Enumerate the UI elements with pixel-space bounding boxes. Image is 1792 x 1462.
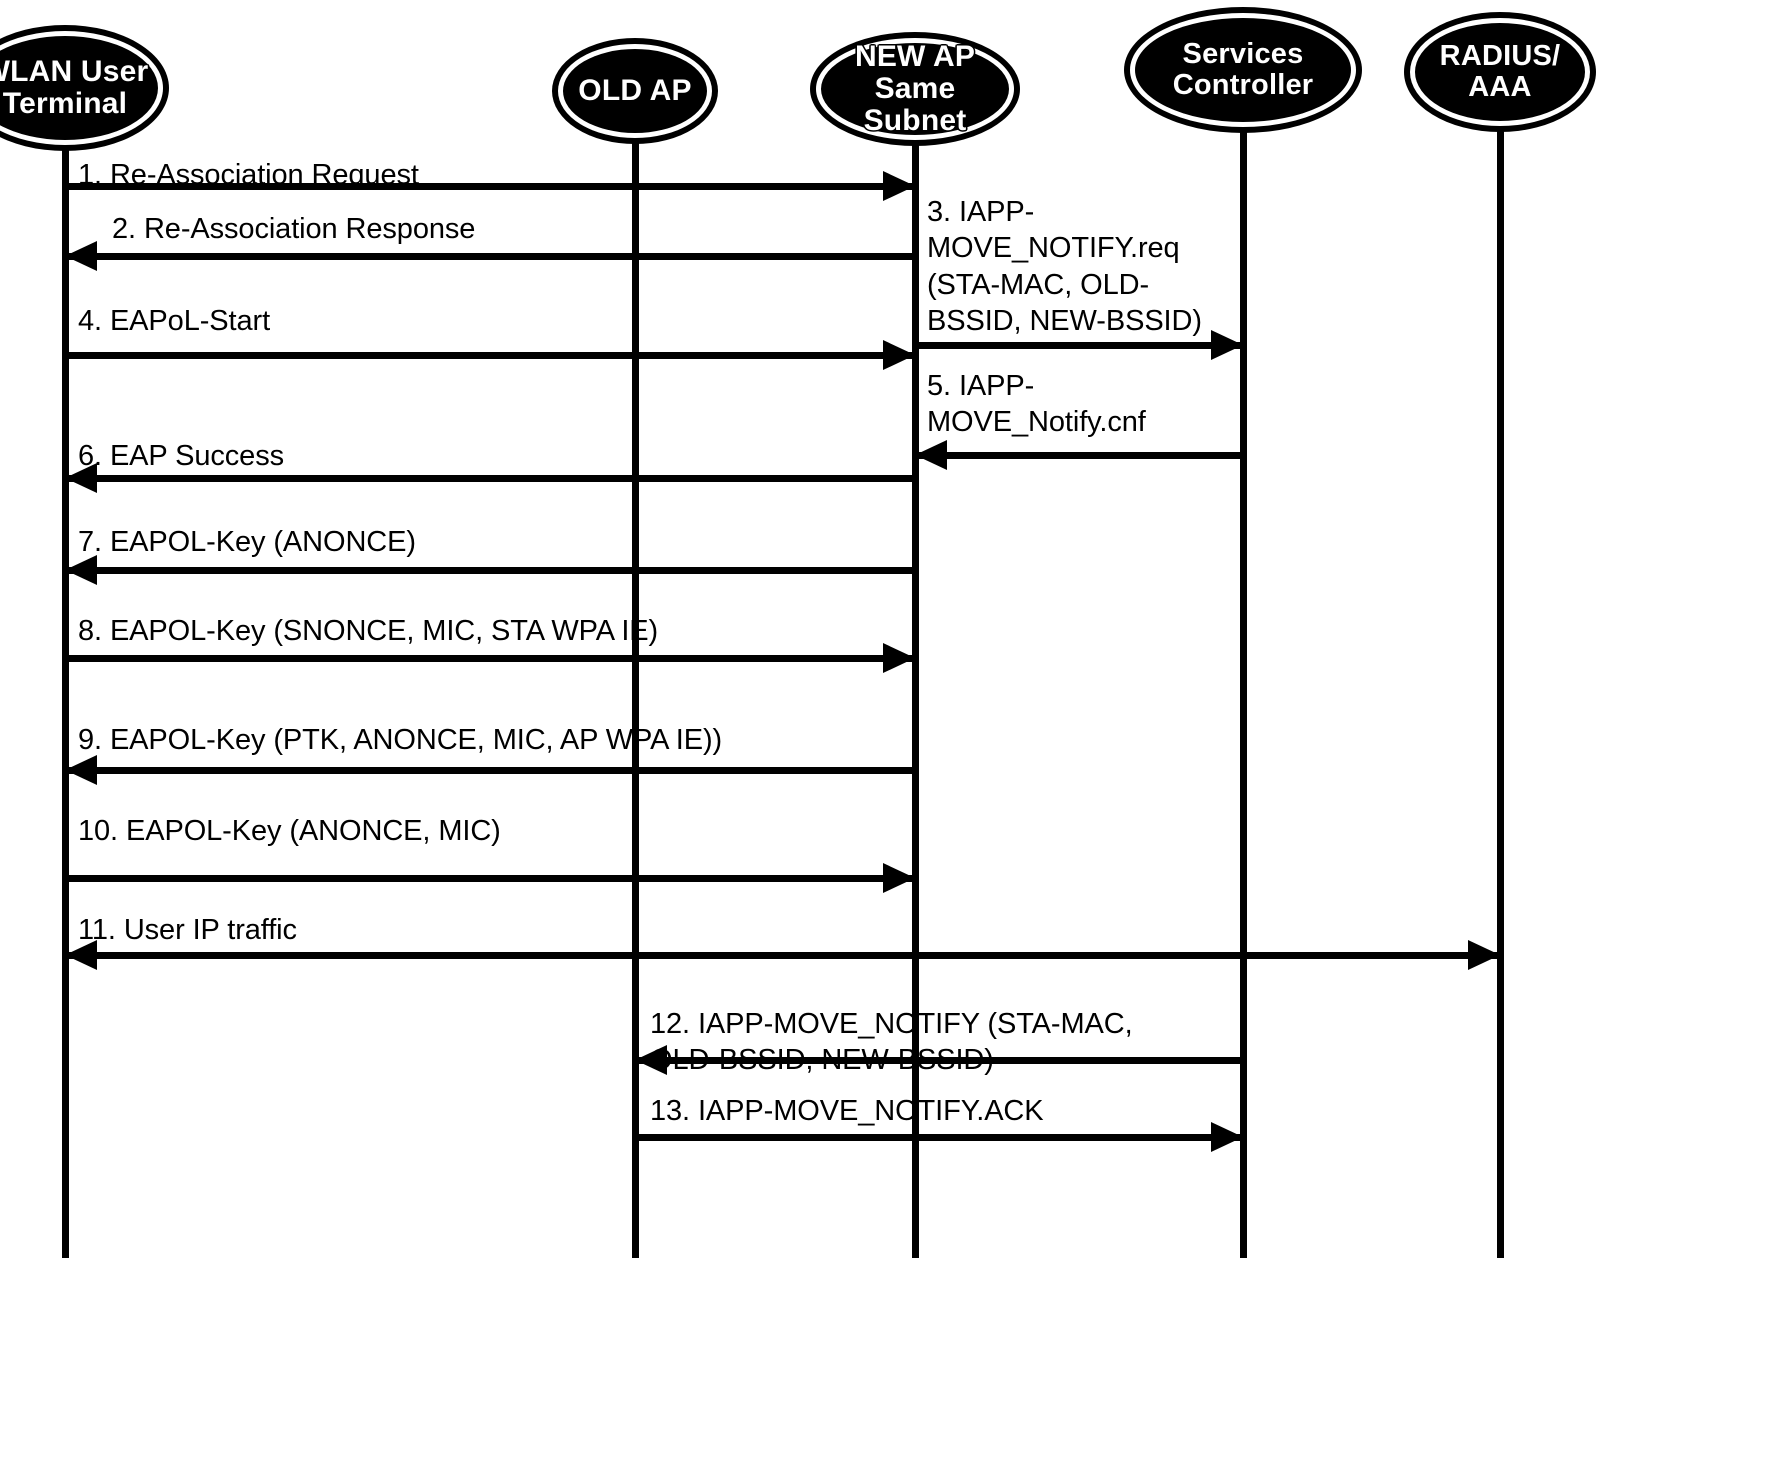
message-arrow-2 [65, 252, 915, 260]
node-label-services-controller: Services Controller [1172, 38, 1314, 101]
arrowhead-left-2 [65, 241, 97, 271]
node-new-ap-same-subnet[interactable]: NEW AP Same Subnet [821, 40, 1009, 137]
arrowhead-right-11 [1468, 940, 1500, 970]
message-label-10: 10. EAPOL-Key (ANONCE, MIC) [78, 815, 501, 847]
lifeline-services-controller [1240, 122, 1247, 1258]
message-label-11: 11. User IP traffic [78, 914, 297, 946]
message-label-13: 13. IAPP-MOVE_NOTIFY.ACK [650, 1095, 1044, 1127]
message-arrow-11 [65, 951, 1500, 959]
arrowhead-right-10 [883, 863, 915, 893]
message-arrow-10 [65, 874, 915, 882]
lifeline-wlan-user-terminal [62, 140, 69, 1258]
message-arrow-9 [65, 766, 915, 774]
node-label-new-ap-same-subnet: NEW AP Same Subnet [854, 40, 976, 137]
node-label-radius-aaa: RADIUS/ AAA [1439, 40, 1561, 103]
message-arrow-13 [635, 1133, 1243, 1141]
message-label-4: 4. EAPoL-Start [78, 305, 271, 337]
node-old-ap[interactable]: OLD AP [563, 49, 707, 133]
message-arrow-3 [915, 341, 1243, 349]
message-arrow-8 [65, 654, 915, 662]
message-arrow-7 [65, 566, 915, 574]
arrowhead-left-9 [65, 755, 97, 785]
arrowhead-right-1 [883, 171, 915, 201]
message-label-6: 6. EAP Success [78, 440, 285, 472]
arrowhead-left-5 [915, 440, 947, 470]
message-label-12: 12. IAPP-MOVE_NOTIFY (STA-MAC, OLD-BSSID… [650, 1008, 1133, 1077]
node-label-wlan-user-terminal: WLAN User Terminal [0, 55, 149, 120]
message-label-3: 3. IAPP- MOVE_NOTIFY.req (STA-MAC, OLD- … [927, 196, 1202, 337]
lifeline-new-ap-same-subnet [912, 135, 919, 1258]
message-label-5: 5. IAPP- MOVE_Notify.cnf [927, 370, 1146, 439]
arrowhead-right-8 [883, 643, 915, 673]
node-services-controller[interactable]: Services Controller [1135, 18, 1351, 122]
message-arrow-6 [65, 474, 915, 482]
arrowhead-right-13 [1211, 1122, 1243, 1152]
message-label-2: 2. Re-Association Response [112, 213, 476, 245]
message-arrow-5 [915, 451, 1243, 459]
node-label-old-ap: OLD AP [578, 74, 692, 108]
message-label-9: 9. EAPOL-Key (PTK, ANONCE, MIC, AP WPA I… [78, 724, 723, 756]
arrowhead-right-4 [883, 340, 915, 370]
message-label-8: 8. EAPOL-Key (SNONCE, MIC, STA WPA IE) [78, 615, 659, 647]
node-wlan-user-terminal[interactable]: WLAN User Terminal [0, 36, 158, 140]
lifeline-old-ap [632, 133, 639, 1258]
lifeline-radius-aaa [1497, 121, 1504, 1258]
message-label-7: 7. EAPOL-Key (ANONCE) [78, 526, 416, 558]
arrowhead-right-3 [1211, 330, 1243, 360]
node-radius-aaa[interactable]: RADIUS/ AAA [1415, 23, 1585, 121]
message-label-1: 1. Re-Association Request [78, 159, 419, 191]
message-arrow-4 [65, 351, 915, 359]
sequence-diagram-canvas: 1. Re-Association Request 2. Re-Associati… [0, 0, 1792, 1462]
